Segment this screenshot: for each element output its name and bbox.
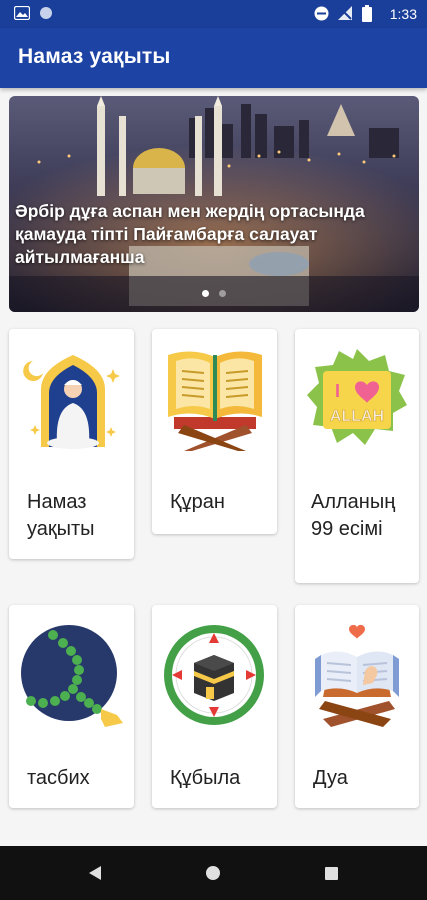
prayer-times-card[interactable]: Намаз уақыты [9,329,134,559]
slider-indicator [9,284,419,302]
no-signal-icon [338,6,352,20]
kaaba-compass-icon [164,625,264,725]
prayer-times-label: Намаз уақыты [27,491,95,540]
i-letter: I [335,381,340,401]
i-love-allah-icon: I ALLAH [307,349,407,445]
app-title: Намаз уақыты [18,45,171,68]
banner-quote: Әрбір дұға аспан мен жердің ортасында қа… [15,201,365,267]
recents-icon[interactable] [325,867,338,880]
home-icon[interactable] [205,865,221,881]
system-nav-bar [0,846,427,900]
back-icon[interactable] [88,865,102,881]
dua-label: Дуа [313,767,348,789]
allah-word: ALLAH [330,408,384,425]
qibla-label: Құбыла [170,767,241,789]
quran-book-icon [168,351,262,451]
allah-names-card[interactable]: I ALLAH Алланың 99 есімі [295,329,419,583]
quran-label: Құран [170,491,225,513]
dua-book-icon [315,624,399,727]
app-bar: Намаз уақыты [0,28,427,88]
quran-card[interactable]: Құран [152,329,277,534]
banner-slider[interactable]: Әрбір дұға аспан мен жердің ортасында қа… [9,96,419,312]
slider-dot-active[interactable] [201,290,209,297]
slider-dot[interactable] [219,290,227,297]
praying-man-icon [23,355,120,449]
battery-icon [362,5,372,22]
status-bar: 1:33 [0,0,427,28]
allah-names-label: Алланың 99 есімі [311,491,396,540]
status-time: 1:33 [389,6,417,22]
gallery-notification-icon [14,6,30,20]
qibla-card[interactable]: Құбыла [152,605,277,808]
do-not-disturb-icon [314,6,329,21]
dua-card[interactable]: Дуа [295,605,419,808]
prayer-beads-icon [21,625,123,727]
tasbih-label: тасбих [27,767,90,789]
tasbih-card[interactable]: тасбих [9,605,134,808]
circle-notification-icon [40,7,52,19]
